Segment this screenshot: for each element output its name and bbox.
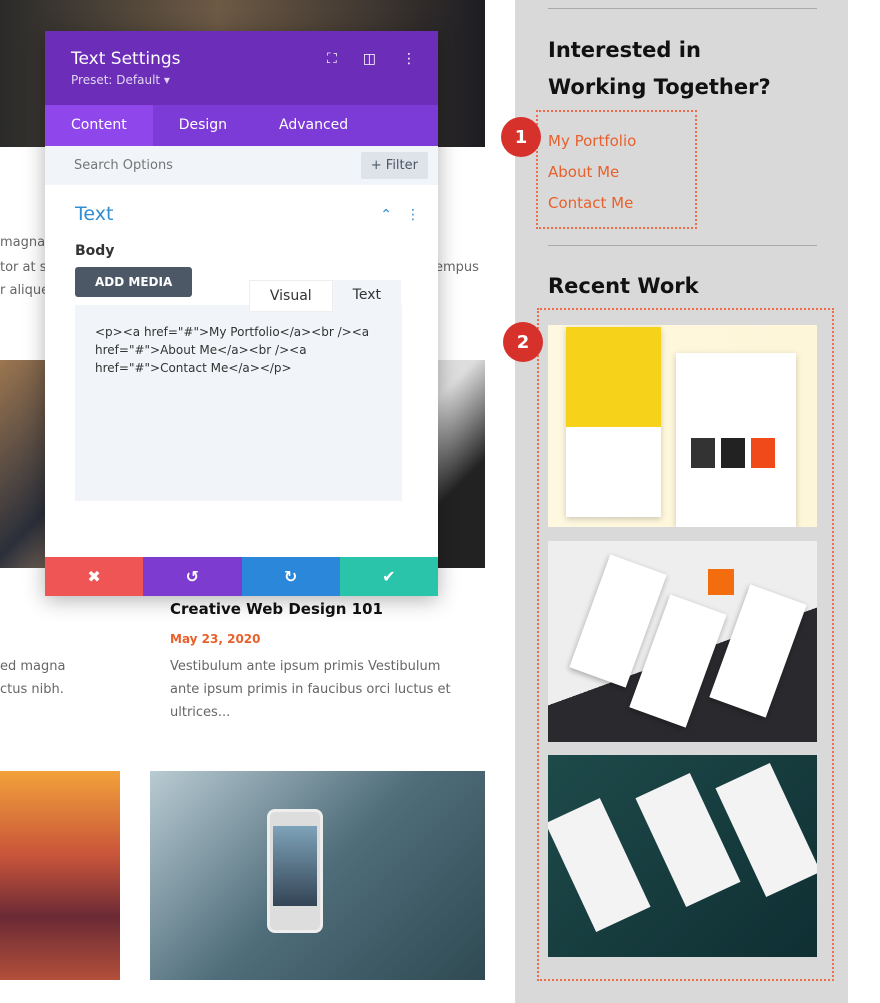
discard-button[interactable]: ✖ xyxy=(45,557,144,596)
excerpt-line: magna xyxy=(0,235,46,250)
post-date: May 23, 2020 xyxy=(170,632,261,646)
search-options-input[interactable] xyxy=(74,158,274,173)
editor-tab-text[interactable]: Text xyxy=(332,280,401,312)
undo-button[interactable]: ↺ xyxy=(143,557,242,596)
link-about-me[interactable]: About Me xyxy=(548,157,636,188)
recent-work-image-1[interactable] xyxy=(548,325,817,527)
save-button[interactable]: ✔ xyxy=(339,557,438,596)
close-icon: ✖ xyxy=(87,567,101,586)
preset-dropdown[interactable]: Preset: Default ▾ xyxy=(71,73,412,87)
modal-header[interactable]: Text Settings Preset: Default ▾ ⛶ ◫ ⋮ xyxy=(45,31,438,105)
tab-content[interactable]: Content xyxy=(45,105,153,146)
recent-work-heading: Recent Work xyxy=(548,274,699,298)
text-settings-modal: Text Settings Preset: Default ▾ ⛶ ◫ ⋮ Co… xyxy=(45,31,438,596)
step-badge-2: 2 xyxy=(503,322,543,362)
excerpt-line: ctus nibh. xyxy=(0,682,64,697)
check-icon: ✔ xyxy=(382,567,396,586)
excerpt-line: Vestibulum ante ipsum primis Vestibulum xyxy=(170,659,441,674)
link-contact-me[interactable]: Contact Me xyxy=(548,188,636,219)
search-bar: + Filter xyxy=(45,146,438,185)
post-image-phone[interactable] xyxy=(150,771,485,980)
redo-icon: ↻ xyxy=(283,567,298,586)
excerpt-line: r alique xyxy=(0,283,50,298)
phone-shape xyxy=(267,809,323,933)
recent-work-image-2[interactable] xyxy=(548,541,817,742)
collapse-chevron-icon[interactable]: ⌃ xyxy=(380,207,392,223)
section-title[interactable]: Text xyxy=(75,203,416,225)
fullscreen-icon[interactable]: ⛶ xyxy=(327,51,337,67)
undo-icon: ↺ xyxy=(185,567,200,586)
post-image-mountain[interactable] xyxy=(0,771,120,980)
divider xyxy=(548,8,817,9)
tab-design[interactable]: Design xyxy=(153,105,253,146)
tab-advanced[interactable]: Advanced xyxy=(253,105,374,146)
modal-footer: ✖ ↺ ↻ ✔ xyxy=(45,557,438,596)
modal-tabs: Content Design Advanced xyxy=(45,105,438,146)
excerpt-line: empus xyxy=(435,260,479,275)
link-list: My Portfolio About Me Contact Me xyxy=(548,126,636,219)
filter-button[interactable]: + Filter xyxy=(360,152,428,179)
excerpt-line: ed magna xyxy=(0,659,66,674)
divider xyxy=(548,245,817,246)
post-title[interactable]: Creative Web Design 101 xyxy=(170,600,383,618)
step-badge-1: 1 xyxy=(501,117,541,157)
redo-button[interactable]: ↻ xyxy=(241,557,340,596)
split-view-icon[interactable]: ◫ xyxy=(363,51,376,67)
excerpt-line: ultrices... xyxy=(170,705,231,720)
text-section: Text ⌃ ⋮ Body ADD MEDIA Visual Text <p><a… xyxy=(45,185,438,501)
body-label: Body xyxy=(75,243,115,259)
add-media-button[interactable]: ADD MEDIA xyxy=(75,267,193,297)
link-my-portfolio[interactable]: My Portfolio xyxy=(548,126,636,157)
more-options-icon[interactable]: ⋮ xyxy=(402,51,416,67)
excerpt-line: ante ipsum primis in faucibus orci luctu… xyxy=(170,682,451,697)
section-menu-icon[interactable]: ⋮ xyxy=(406,207,420,223)
sidebar-heading-line: Interested in xyxy=(548,38,701,62)
body-textarea[interactable]: <p><a href="#">My Portfolio</a><br /><a … xyxy=(75,305,402,501)
recent-work-image-3[interactable] xyxy=(548,755,817,957)
sidebar-heading-line: Working Together? xyxy=(548,75,771,99)
editor-tab-visual[interactable]: Visual xyxy=(248,280,333,312)
